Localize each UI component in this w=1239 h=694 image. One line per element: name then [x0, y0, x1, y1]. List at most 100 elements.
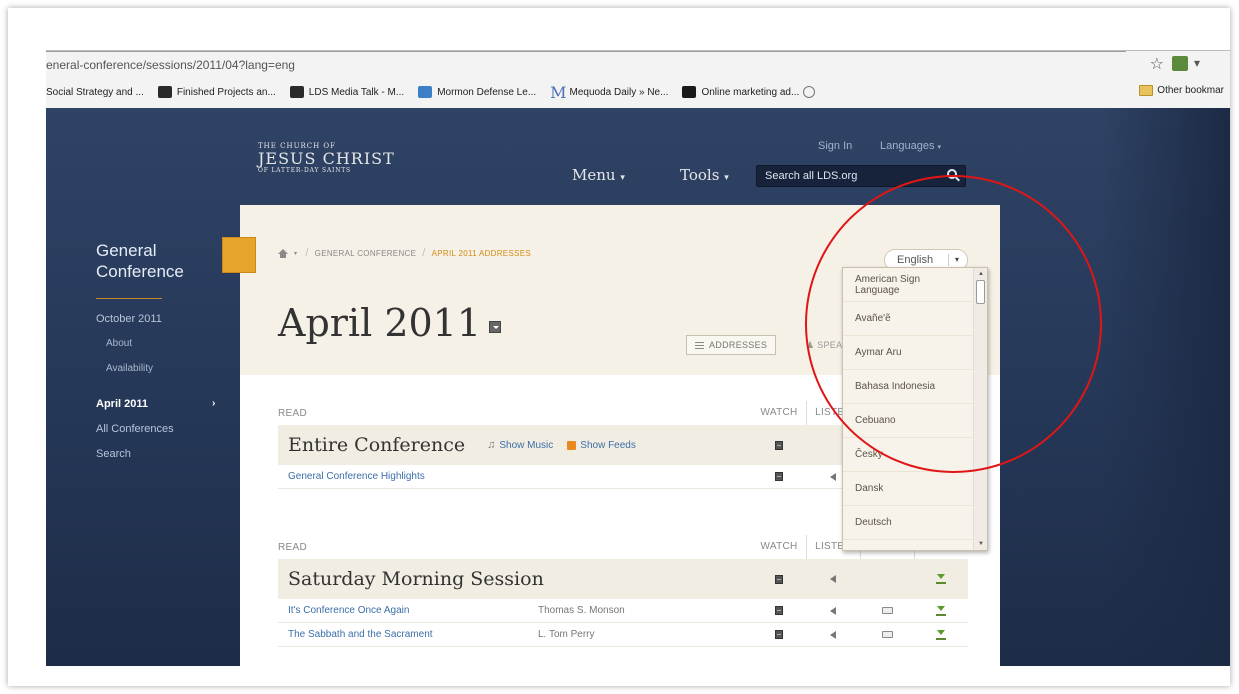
sidebar-item-availability[interactable]: Availability: [96, 363, 226, 374]
show-music-link[interactable]: ♫ Show Music: [487, 439, 553, 451]
page-title: April 2011: [278, 301, 502, 345]
video-icon: [775, 630, 783, 639]
background-shade: [1100, 108, 1230, 666]
listen-cell[interactable]: [806, 599, 860, 622]
sign-in-link[interactable]: Sign In: [818, 140, 852, 152]
extension-icon[interactable]: [1172, 56, 1188, 71]
bookmark-item[interactable]: Online marketing ad...: [682, 86, 816, 98]
language-option[interactable]: Bahasa Indonesia: [843, 370, 973, 404]
language-option[interactable]: Cebuano: [843, 404, 973, 438]
menu-dropdown[interactable]: Menu ▾: [572, 166, 625, 184]
screenshot-frame: eneral-conference/sessions/2011/04?lang=…: [8, 8, 1230, 686]
mequoda-logo-icon: M: [550, 82, 567, 102]
language-option[interactable]: Česky: [843, 438, 973, 472]
talk-link[interactable]: It's Conference Once Again: [288, 605, 538, 616]
download-icon: [936, 574, 946, 584]
table-row: It's Conference Once Again Thomas S. Mons…: [278, 599, 968, 623]
chevron-down-icon: ▾: [294, 250, 298, 257]
scroll-down-icon[interactable]: ▼: [978, 541, 984, 547]
breadcrumb-general-conference[interactable]: GENERAL CONFERENCE: [315, 249, 417, 258]
watch-cell[interactable]: [752, 425, 806, 465]
chevron-down-icon: ▾: [947, 254, 959, 266]
session-header-row: Saturday Morning Session: [278, 559, 968, 599]
watch-cell[interactable]: [752, 559, 806, 599]
home-icon[interactable]: [278, 248, 288, 258]
session-title: Saturday Morning Session: [288, 568, 544, 590]
languages-menu[interactable]: Languages ▾: [880, 140, 941, 152]
bookmark-item[interactable]: Mormon Defense Le...: [418, 86, 536, 98]
sidebar-item-october-2011[interactable]: October 2011: [96, 313, 226, 325]
talk-link[interactable]: The Sabbath and the Sacrament: [288, 629, 538, 640]
speaker-name[interactable]: L. Tom Perry: [538, 629, 595, 640]
addresses-view-button[interactable]: ADDRESSES: [686, 335, 777, 355]
chevron-down-icon: ▾: [724, 173, 729, 183]
sidebar-item-about[interactable]: About: [96, 338, 226, 349]
watch-cell[interactable]: [752, 623, 806, 646]
saturday-morning-table: READ WATCH LISTEN PRINT DOWNLOAD Saturda…: [278, 535, 976, 647]
browser-chrome: eneral-conference/sessions/2011/04?lang=…: [46, 50, 1230, 108]
chevron-down-icon: ▾: [620, 173, 625, 183]
speaker-icon: [830, 472, 836, 481]
language-option[interactable]: Deutsch: [843, 506, 973, 540]
show-feeds-link[interactable]: Show Feeds: [567, 440, 636, 451]
scrollbar-thumb[interactable]: [976, 280, 985, 304]
download-icon: [936, 629, 946, 640]
chevron-down-icon: ▾: [937, 144, 942, 151]
loading-ring-icon: [803, 86, 816, 98]
music-note-icon: ♫: [487, 439, 496, 451]
bookmark-item[interactable]: Finished Projects an...: [157, 86, 276, 98]
other-bookmarks[interactable]: Other bookmar: [1139, 85, 1224, 96]
language-dropdown-list[interactable]: American Sign Language Avañe'ẽ Aymar Aru…: [842, 267, 988, 551]
sidebar-item-all-conferences[interactable]: All Conferences: [96, 423, 226, 435]
bookmark-favicon-icon: [289, 86, 304, 98]
download-cell[interactable]: [914, 623, 968, 646]
sidebar-item-search[interactable]: Search: [96, 448, 226, 460]
list-icon: [695, 341, 704, 349]
video-icon: [775, 440, 783, 450]
language-option[interactable]: Dansk: [843, 472, 973, 506]
language-options: American Sign Language Avañe'ẽ Aymar Aru…: [843, 268, 973, 540]
search-input[interactable]: Search all LDS.org: [756, 165, 966, 187]
bookmark-item[interactable]: LDS Media Talk - M...: [289, 86, 404, 98]
breadcrumb-separator: /: [305, 247, 309, 259]
church-logo[interactable]: THE CHURCH OF JESUS CHRIST OF LATTER-DAY…: [258, 142, 395, 174]
sidebar-item-april-2011[interactable]: April 2011 ›: [96, 398, 226, 410]
session-title: Entire Conference: [288, 434, 466, 456]
speaker-name[interactable]: Thomas S. Monson: [538, 605, 625, 616]
folder-icon: [1139, 85, 1154, 96]
address-bar-url[interactable]: eneral-conference/sessions/2011/04?lang=…: [46, 58, 295, 72]
printer-icon: [881, 631, 893, 638]
printer-icon: [881, 607, 893, 614]
rss-feed-icon: [567, 440, 577, 450]
watch-cell[interactable]: [752, 465, 806, 488]
lds-site: THE CHURCH OF JESUS CHRIST OF LATTER-DAY…: [46, 108, 1230, 666]
talk-link[interactable]: General Conference Highlights: [288, 471, 538, 482]
search-icon[interactable]: [947, 169, 957, 179]
language-option[interactable]: Aymar Aru: [843, 336, 973, 370]
speaker-icon: [830, 606, 836, 615]
scroll-up-icon[interactable]: ▲: [978, 271, 984, 277]
download-cell[interactable]: [914, 559, 968, 599]
dropdown-scrollbar[interactable]: ▲ ▼: [973, 268, 987, 550]
print-cell[interactable]: [860, 623, 914, 646]
tools-dropdown[interactable]: Tools ▾: [680, 166, 729, 184]
watch-cell[interactable]: [752, 599, 806, 622]
language-option[interactable]: American Sign Language: [843, 268, 973, 302]
breadcrumb-separator: /: [422, 247, 426, 259]
chevron-right-icon: ›: [212, 398, 216, 409]
speaker-icon: [830, 630, 836, 639]
left-sidebar: General Conference October 2011 About Av…: [96, 240, 226, 473]
bookmark-item[interactable]: Social Strategy and ...: [46, 87, 144, 98]
sidebar-title: General Conference: [96, 241, 184, 281]
bookmark-star-icon[interactable]: ☆: [1150, 54, 1164, 74]
download-cell[interactable]: [914, 599, 968, 622]
bookmark-item[interactable]: M Mequoda Daily » Ne...: [550, 83, 668, 102]
print-cell[interactable]: [860, 599, 914, 622]
language-option[interactable]: Avañe'ẽ: [843, 302, 973, 336]
extension-menu-icon[interactable]: ▾: [1194, 56, 1200, 70]
session-dropdown-icon[interactable]: [489, 321, 502, 333]
listen-cell[interactable]: [806, 623, 860, 646]
person-icon: ♟: [806, 340, 815, 350]
video-icon: [775, 606, 783, 615]
listen-cell[interactable]: [806, 559, 860, 599]
